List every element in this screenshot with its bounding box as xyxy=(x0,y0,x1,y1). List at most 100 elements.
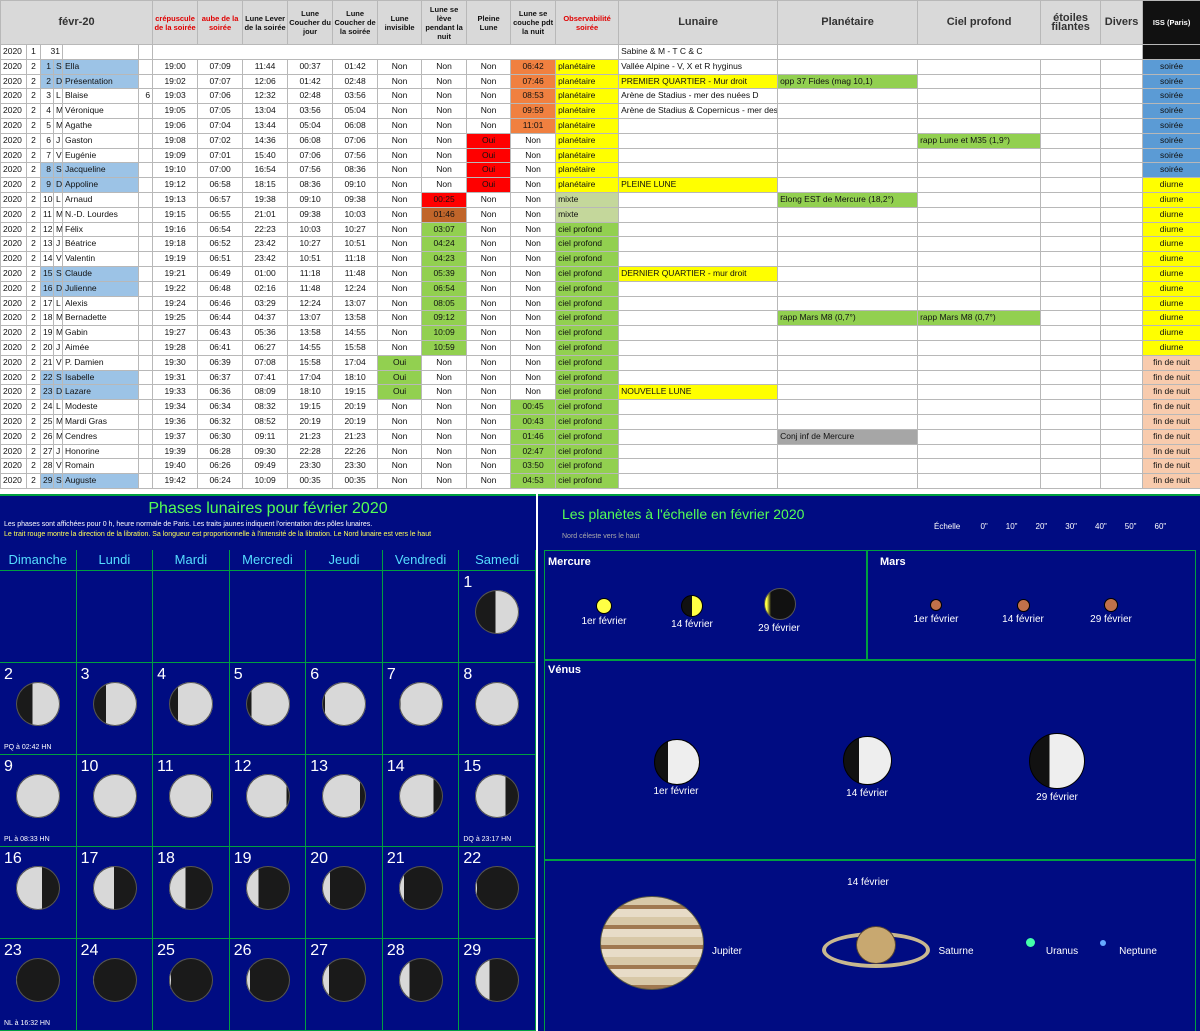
cell[interactable]: 20:19 xyxy=(287,413,334,430)
cell[interactable]: ciel profond xyxy=(555,251,620,267)
cell[interactable]: Non xyxy=(377,428,423,445)
cell[interactable]: L xyxy=(53,295,63,312)
cell[interactable]: 06:44 xyxy=(197,310,244,327)
cell[interactable]: 11:48 xyxy=(332,265,379,282)
cell[interactable]: Lazare xyxy=(62,384,139,401)
cell[interactable]: 2 xyxy=(26,117,41,134)
cell[interactable]: 2020 xyxy=(0,428,27,445)
cell[interactable] xyxy=(917,147,1042,164)
cell[interactable] xyxy=(777,325,919,341)
cell[interactable]: 06:51 xyxy=(197,251,244,267)
cell[interactable]: Non xyxy=(510,384,557,401)
cell[interactable] xyxy=(1040,147,1102,164)
cell[interactable]: Non xyxy=(377,458,423,475)
cell[interactable]: diurne xyxy=(1142,280,1200,297)
cell[interactable]: ciel profond xyxy=(555,339,620,356)
cell[interactable] xyxy=(777,162,919,179)
cell[interactable] xyxy=(137,443,154,460)
cell[interactable] xyxy=(917,221,1042,238)
cell[interactable] xyxy=(1040,310,1102,327)
cell[interactable]: 2020 xyxy=(0,443,27,460)
cell[interactable]: Non xyxy=(377,399,423,415)
cell[interactable] xyxy=(917,265,1042,282)
cell[interactable] xyxy=(1040,132,1102,149)
cell[interactable] xyxy=(1100,339,1144,356)
cell[interactable] xyxy=(777,44,1144,60)
cell[interactable]: planétaire xyxy=(555,177,620,193)
cell[interactable]: 24 xyxy=(40,399,54,415)
cell[interactable] xyxy=(618,473,779,489)
cell[interactable]: planétaire xyxy=(555,58,620,75)
cell[interactable]: 19:02 xyxy=(152,73,199,90)
cell[interactable]: 06:27 xyxy=(242,339,289,356)
cell[interactable]: 19:36 xyxy=(152,413,199,430)
cell[interactable]: 19:12 xyxy=(152,177,199,193)
cell[interactable]: Ella xyxy=(62,58,139,75)
cell[interactable]: Agathe xyxy=(62,117,139,134)
cell[interactable]: 00:25 xyxy=(421,191,468,208)
cell[interactable]: 2 xyxy=(26,280,41,297)
cell[interactable]: J xyxy=(53,443,63,460)
cell[interactable]: 05:39 xyxy=(421,265,468,282)
cell[interactable]: 10:03 xyxy=(287,221,334,238)
cell[interactable]: 19:05 xyxy=(152,103,199,119)
cell[interactable]: ciel profond xyxy=(555,280,620,297)
dusk-header[interactable]: crépuscule de la soirée xyxy=(152,0,199,45)
moon-sunset-header[interactable]: Lune Coucher du jour xyxy=(287,0,334,45)
cell[interactable] xyxy=(917,428,1042,445)
cell[interactable] xyxy=(777,295,919,312)
cell[interactable] xyxy=(1100,369,1144,386)
cell[interactable]: 08:52 xyxy=(242,413,289,430)
cell[interactable]: 02:48 xyxy=(287,88,334,105)
cell[interactable]: Non xyxy=(421,443,468,460)
cell[interactable] xyxy=(1040,399,1102,415)
cell[interactable]: soirée xyxy=(1142,147,1200,164)
month-header[interactable]: févr-20 xyxy=(0,0,154,45)
cell[interactable]: planétaire xyxy=(555,88,620,105)
cell[interactable] xyxy=(137,236,154,253)
cell[interactable]: diurne xyxy=(1142,295,1200,312)
cell[interactable]: 2 xyxy=(26,251,41,267)
cell[interactable]: 10:09 xyxy=(242,473,289,489)
cell[interactable]: Non xyxy=(510,265,557,282)
cell[interactable]: 05:04 xyxy=(332,103,379,119)
observability-header[interactable]: Observabilité soirée xyxy=(555,0,620,45)
cell[interactable]: 06:55 xyxy=(197,206,244,223)
cell[interactable]: 2 xyxy=(26,310,41,327)
cell[interactable] xyxy=(777,221,919,238)
cell[interactable]: ciel profond xyxy=(555,236,620,253)
cell[interactable]: planétaire xyxy=(555,162,620,179)
cell[interactable]: 01:46 xyxy=(421,206,468,223)
cell[interactable]: Non xyxy=(510,132,557,149)
cell[interactable]: 2020 xyxy=(0,265,27,282)
cell[interactable]: 07:06 xyxy=(332,132,379,149)
cell[interactable]: 23 xyxy=(40,384,54,401)
cell[interactable]: Non xyxy=(421,428,468,445)
cell[interactable]: 19:13 xyxy=(152,191,199,208)
cell[interactable] xyxy=(137,428,154,445)
cell[interactable]: fin de nuit xyxy=(1142,384,1200,401)
cell[interactable]: 07:01 xyxy=(197,147,244,164)
cell[interactable]: 07:41 xyxy=(242,369,289,386)
cell[interactable]: 21 xyxy=(40,354,54,371)
cell[interactable]: Oui xyxy=(377,369,423,386)
cell[interactable]: 2020 xyxy=(0,310,27,327)
cell[interactable]: 2020 xyxy=(0,191,27,208)
cell[interactable]: 5 xyxy=(40,117,54,134)
cell[interactable]: 2020 xyxy=(0,251,27,267)
cell[interactable]: diurne xyxy=(1142,325,1200,341)
cell[interactable]: Non xyxy=(510,162,557,179)
cell[interactable] xyxy=(137,325,154,341)
cell[interactable]: 19:19 xyxy=(152,251,199,267)
cell[interactable]: diurne xyxy=(1142,221,1200,238)
cell[interactable]: Isabelle xyxy=(62,369,139,386)
cell[interactable] xyxy=(777,103,919,119)
cell[interactable]: soirée xyxy=(1142,117,1200,134)
cell[interactable]: J xyxy=(53,236,63,253)
cell[interactable] xyxy=(618,206,779,223)
cell[interactable]: 07:08 xyxy=(242,354,289,371)
cell[interactable]: rapp Mars M8 (0,7°) xyxy=(777,310,919,327)
cell[interactable] xyxy=(1040,88,1102,105)
cell[interactable] xyxy=(917,443,1042,460)
cell[interactable]: Non xyxy=(421,58,468,75)
